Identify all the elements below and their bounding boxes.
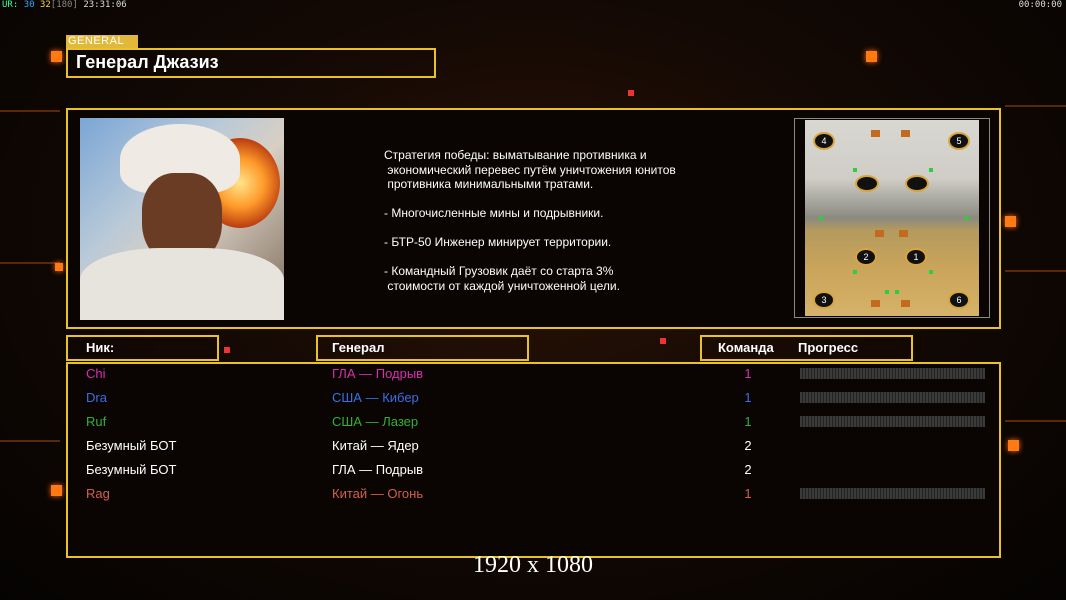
decor-line <box>1005 270 1066 272</box>
supply-icon <box>819 216 823 220</box>
building-icon <box>901 130 910 137</box>
supply-icon <box>885 290 889 294</box>
decor-line <box>1005 105 1066 107</box>
hud-value-1: 30 <box>23 0 35 10</box>
player-nick: Ruf <box>86 414 107 429</box>
building-icon <box>901 300 910 307</box>
supply-icon <box>853 270 857 274</box>
hud-stats: UR: 30 32[180] 23:31:06 <box>2 0 127 10</box>
start-position-badge[interactable]: 4 <box>813 132 835 150</box>
decor-square <box>51 485 62 496</box>
strategy-text: Стратегия победы: выматывание противника… <box>384 148 676 293</box>
oil-derrick-icon <box>855 175 879 192</box>
start-position-badge[interactable]: 3 <box>813 291 835 309</box>
minimap[interactable]: 4 5 2 1 3 6 <box>805 120 979 316</box>
player-team: 1 <box>744 366 752 381</box>
player-team: 1 <box>744 486 752 501</box>
general-portrait <box>80 118 284 320</box>
general-tag: GENERAL <box>66 35 138 48</box>
decor-line <box>0 440 60 442</box>
building-icon <box>871 130 880 137</box>
player-general: Китай — Ядер <box>332 438 419 453</box>
hud-value-2: 32 <box>39 0 51 10</box>
building-icon <box>875 230 884 237</box>
nick-header: Ник: <box>86 340 115 355</box>
decor-square <box>628 90 634 96</box>
decor-line <box>0 262 60 264</box>
decor-line <box>0 110 60 112</box>
decor-square <box>660 338 666 344</box>
progress-header: Прогресс <box>798 340 859 355</box>
player-general: ГЛА — Подрыв <box>332 366 424 381</box>
hud-ur-label: UR: <box>2 0 19 10</box>
supply-icon <box>895 290 899 294</box>
start-position-badge[interactable]: 2 <box>855 248 877 266</box>
resolution-label: 1920 x 1080 <box>473 552 593 578</box>
supply-icon <box>853 168 857 172</box>
player-nick: Chi <box>86 366 106 381</box>
building-icon <box>899 230 908 237</box>
player-nick: Безумный БОТ <box>86 438 177 453</box>
decor-square <box>224 347 230 353</box>
progress-bar <box>800 416 985 427</box>
player-general: ГЛА — Подрыв <box>332 462 424 477</box>
player-general: Китай — Огонь <box>332 486 424 501</box>
decor-square <box>866 51 877 62</box>
supply-icon <box>929 168 933 172</box>
decor-square <box>1005 216 1016 227</box>
decor-line <box>1005 420 1066 422</box>
start-position-badge[interactable]: 1 <box>905 248 927 266</box>
general-header: Генерал <box>332 340 385 355</box>
player-team: 2 <box>744 462 752 477</box>
progress-bar <box>800 368 985 379</box>
start-position-badge[interactable]: 6 <box>948 291 970 309</box>
hud-timer: 00:00:00 <box>1018 0 1062 10</box>
player-team: 1 <box>744 390 752 405</box>
player-nick: Безумный БОТ <box>86 462 177 477</box>
decor-square <box>51 51 62 62</box>
team-header: Команда <box>718 340 774 355</box>
decor-square <box>1008 440 1019 451</box>
decor-square <box>55 263 63 271</box>
player-nick: Rag <box>86 486 110 501</box>
player-nick: Dra <box>86 390 107 405</box>
progress-bar <box>800 488 985 499</box>
general-name: Генерал Джазиз <box>76 52 219 72</box>
oil-derrick-icon <box>905 175 929 192</box>
progress-bar <box>800 392 985 403</box>
supply-icon <box>965 216 969 220</box>
hud-clock: 23:31:06 <box>83 0 127 10</box>
hud-value-3: [180] <box>50 0 78 10</box>
building-icon <box>871 300 880 307</box>
player-general: США — Кибер <box>332 390 419 405</box>
supply-icon <box>929 270 933 274</box>
player-team: 1 <box>744 414 752 429</box>
player-team: 2 <box>744 438 752 453</box>
player-general: США — Лазер <box>332 414 419 429</box>
start-position-badge[interactable]: 5 <box>948 132 970 150</box>
